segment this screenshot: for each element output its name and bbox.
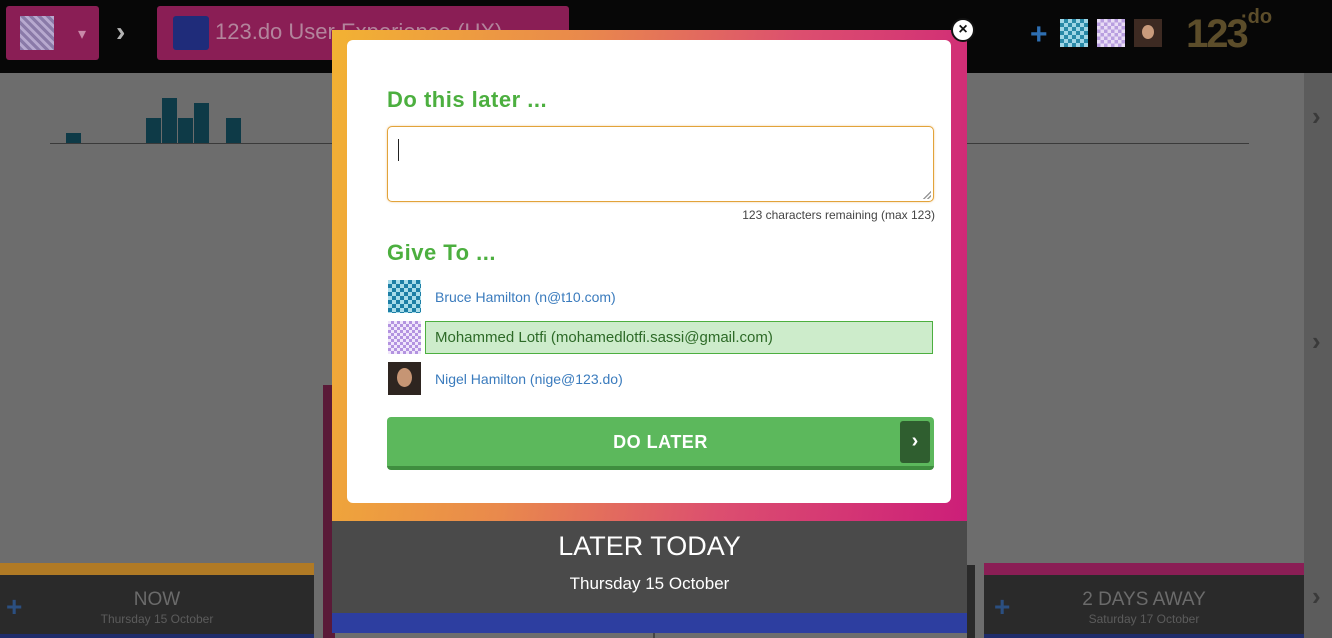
side-scroll-rail: › › › <box>1304 73 1332 638</box>
do-later-label: DO LATER <box>613 432 708 452</box>
column-title: NOW <box>133 589 181 610</box>
later-today-title: LATER TODAY <box>558 531 741 561</box>
activity-bar <box>226 118 241 143</box>
activity-bar <box>178 118 193 143</box>
column-footer-strip <box>984 634 1304 638</box>
avatar[interactable] <box>1134 19 1162 47</box>
chevron-right-icon: › <box>116 16 126 47</box>
chevron-right-icon: › <box>900 421 930 463</box>
later-today-date: Thursday 15 October <box>569 574 730 593</box>
assignee-option[interactable]: Bruce Hamilton (n@t10.com) <box>387 280 933 314</box>
activity-bar <box>162 98 177 143</box>
activity-bar <box>146 118 161 143</box>
activity-bar <box>194 103 209 143</box>
later-today-strip <box>332 613 967 633</box>
board-switcher[interactable]: ▾ <box>6 6 99 60</box>
assignee-name[interactable]: Nigel Hamilton (nige@123.do) <box>435 371 623 387</box>
board-thumbnail <box>20 16 54 50</box>
chevron-right-icon[interactable]: › <box>1312 326 1321 357</box>
dialog-title: Do this later ... <box>387 87 548 112</box>
column-date: Thursday 15 October <box>100 612 214 626</box>
app-logo[interactable]: 123 ·do <box>1186 6 1272 57</box>
logo-text: 123 <box>1186 12 1249 56</box>
chevron-right-icon[interactable]: › <box>1312 581 1321 612</box>
character-counter: 123 characters remaining (max 123) <box>742 208 935 222</box>
logo-suffix: ·do <box>1241 6 1273 28</box>
project-color-swatch <box>173 16 209 50</box>
avatar[interactable] <box>1060 19 1088 47</box>
assignee-option-selected[interactable]: Mohammed Lotfi (mohamedlotfi.sassi@gmail… <box>387 321 933 355</box>
avatar <box>388 280 421 313</box>
column-now[interactable]: + NOW Thursday 15 October <box>0 563 314 638</box>
assignee-name[interactable]: Bruce Hamilton (n@t10.com) <box>435 289 616 305</box>
chevron-down-icon[interactable]: ▾ <box>78 24 86 44</box>
do-later-button[interactable]: DO LATER › <box>387 417 934 470</box>
column-backdrop <box>967 565 975 638</box>
chevron-right-icon[interactable]: › <box>1312 101 1321 132</box>
do-later-dialog: Do this later ... 123 characters remaini… <box>347 40 951 503</box>
column-stripe <box>984 563 1304 575</box>
avatar[interactable] <box>1097 19 1125 47</box>
avatar <box>388 321 421 354</box>
column-title: 2 DAYS AWAY <box>1082 589 1206 610</box>
give-to-title: Give To ... <box>387 240 497 265</box>
assignee-option[interactable]: Nigel Hamilton (nige@123.do) <box>387 362 933 396</box>
avatar <box>388 362 421 395</box>
add-member-icon[interactable]: + <box>1030 20 1048 50</box>
column-stripe <box>0 563 314 575</box>
resize-handle-icon[interactable] <box>923 191 931 199</box>
column-date: Saturday 17 October <box>1088 612 1200 626</box>
do-later-dialog-frame: Do this later ... 123 characters remaini… <box>332 30 967 521</box>
activity-bar <box>66 133 81 143</box>
column-2-days-away[interactable]: + 2 DAYS AWAY Saturday 17 October <box>984 563 1304 638</box>
column-backdrop <box>653 633 655 638</box>
column-footer-strip <box>0 634 314 638</box>
text-cursor <box>398 139 399 161</box>
task-textarea[interactable] <box>387 126 934 202</box>
close-icon[interactable]: × <box>951 18 975 42</box>
later-today-header: LATER TODAY Thursday 15 October <box>332 521 967 613</box>
assignee-name[interactable]: Mohammed Lotfi (mohamedlotfi.sassi@gmail… <box>435 329 773 346</box>
